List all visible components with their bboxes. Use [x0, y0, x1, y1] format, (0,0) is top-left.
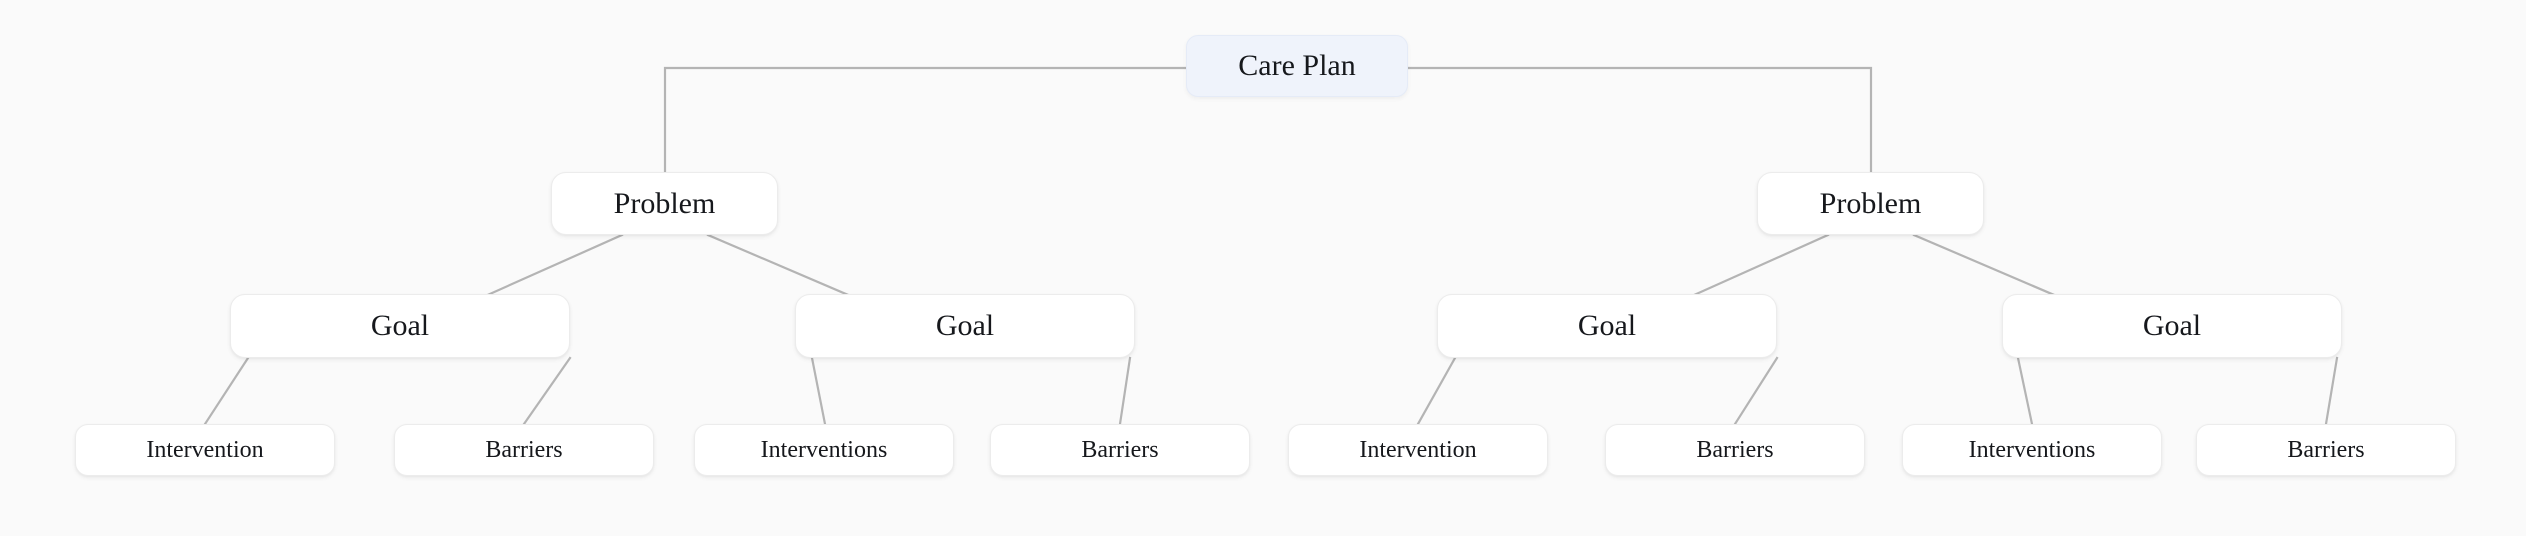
node-goal-4[interactable]: Goal [2002, 294, 2342, 358]
node-goal-3-label: Goal [1577, 309, 1637, 342]
care-plan-tree-diagram: Care Plan Problem Problem Goal Goal Goal… [0, 0, 2526, 536]
node-leaf-barriers-2-label: Barriers [1081, 437, 1159, 463]
edge-goal-1-to-leaf-1 [203, 356, 250, 426]
node-care-plan[interactable]: Care Plan [1186, 35, 1408, 97]
edge-goal-2-to-leaf-4 [1118, 356, 1132, 426]
edge-goal-1-to-leaf-2 [522, 356, 572, 426]
node-problem-1[interactable]: Problem [551, 172, 778, 235]
node-leaf-interventions-2-label: Interventions [760, 437, 888, 463]
node-goal-1[interactable]: Goal [230, 294, 570, 358]
node-leaf-interventions-4-label: Interventions [1968, 437, 2096, 463]
node-leaf-intervention-3[interactable]: Intervention [1288, 424, 1548, 476]
node-goal-2[interactable]: Goal [795, 294, 1135, 358]
edge-root-to-problem-2 [1406, 66, 1873, 174]
node-leaf-barriers-4-label: Barriers [2287, 437, 2365, 463]
node-goal-2-label: Goal [935, 309, 995, 342]
edge-goal-2-to-leaf-3 [810, 356, 827, 426]
node-leaf-intervention-1[interactable]: Intervention [75, 424, 335, 476]
node-leaf-barriers-4[interactable]: Barriers [2196, 424, 2456, 476]
edge-goal-4-to-leaf-7 [2016, 356, 2034, 426]
node-care-plan-label: Care Plan [1238, 49, 1356, 82]
node-leaf-barriers-1[interactable]: Barriers [394, 424, 654, 476]
node-goal-1-label: Goal [370, 309, 430, 342]
edge-goal-4-to-leaf-8 [2324, 356, 2339, 426]
node-problem-2[interactable]: Problem [1757, 172, 1984, 235]
node-goal-3[interactable]: Goal [1437, 294, 1777, 358]
node-leaf-interventions-2[interactable]: Interventions [694, 424, 954, 476]
edge-goal-3-to-leaf-5 [1416, 356, 1457, 426]
node-leaf-intervention-1-label: Intervention [146, 437, 264, 463]
node-leaf-interventions-4[interactable]: Interventions [1902, 424, 2162, 476]
node-leaf-barriers-2[interactable]: Barriers [990, 424, 1250, 476]
node-goal-4-label: Goal [2142, 309, 2202, 342]
node-problem-2-label: Problem [1819, 186, 1922, 220]
edge-root-to-problem-1 [663, 66, 1188, 174]
edge-goal-3-to-leaf-6 [1733, 356, 1779, 426]
node-leaf-barriers-1-label: Barriers [485, 437, 563, 463]
node-problem-1-label: Problem [613, 186, 716, 220]
node-leaf-intervention-3-label: Intervention [1359, 437, 1477, 463]
node-leaf-barriers-3[interactable]: Barriers [1605, 424, 1865, 476]
node-leaf-barriers-3-label: Barriers [1696, 437, 1774, 463]
